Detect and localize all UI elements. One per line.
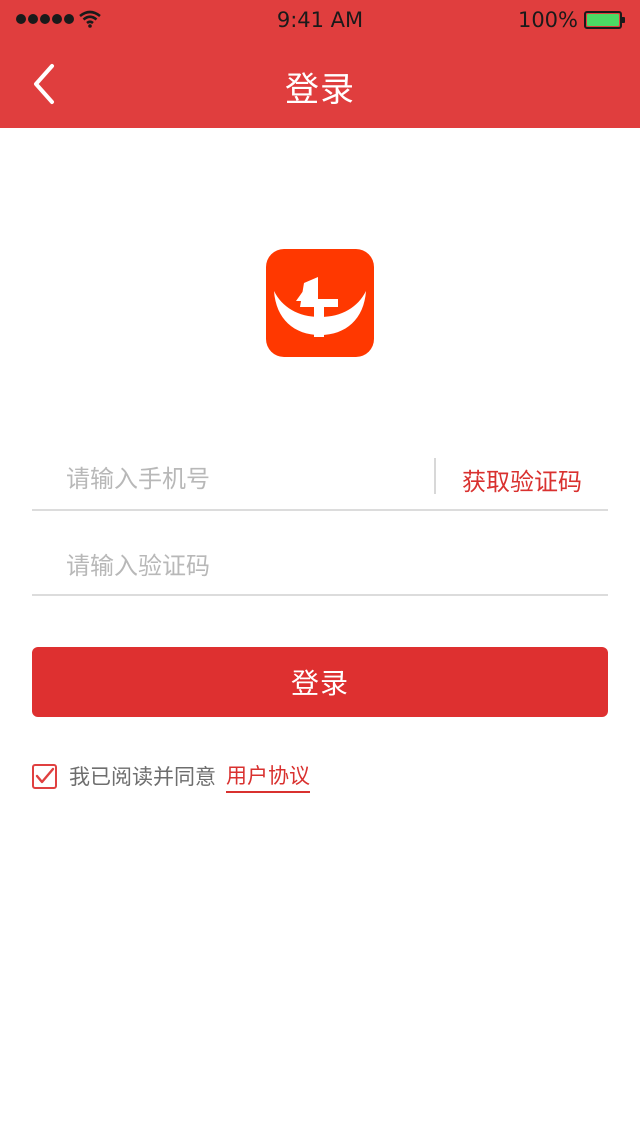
- battery-icon: [584, 11, 625, 29]
- verification-code-input[interactable]: [66, 549, 566, 583]
- battery-percentage: 100%: [517, 8, 578, 32]
- checkmark-icon: [35, 767, 55, 783]
- get-code-button[interactable]: 获取验证码: [462, 462, 582, 497]
- status-bar: 9:41 AM 100%: [0, 0, 640, 40]
- header-bar: 9:41 AM 100% 登录: [0, 0, 640, 128]
- page-title: 登录: [285, 70, 355, 110]
- agreement-checkbox[interactable]: [32, 763, 57, 789]
- login-button[interactable]: 登录: [32, 647, 608, 717]
- field-divider: [434, 458, 436, 494]
- agreement-row: 我已阅读并同意 用户协议: [32, 760, 310, 793]
- phone-input[interactable]: [66, 462, 426, 496]
- phone-field: 获取验证码: [32, 444, 608, 511]
- agreement-text: 我已阅读并同意: [69, 765, 216, 789]
- code-field: [32, 530, 608, 596]
- user-agreement-link[interactable]: 用户协议: [226, 760, 310, 793]
- app-logo-icon: [266, 249, 374, 357]
